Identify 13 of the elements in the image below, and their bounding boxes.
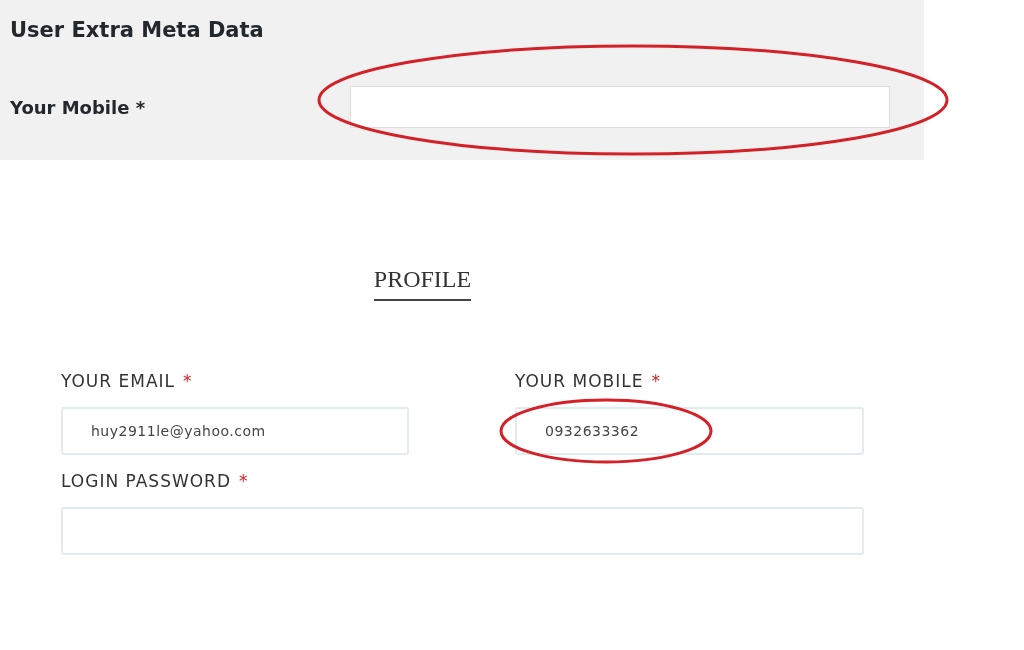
field-label: YOUR MOBILE: [515, 371, 644, 391]
input-field[interactable]: huy2911le@yahoo.com: [61, 407, 409, 455]
field-label: LOGIN PASSWORD: [61, 471, 232, 491]
field-label: Your Mobile *: [10, 96, 147, 118]
mobile-field[interactable]: [350, 86, 890, 128]
input-field[interactable]: [61, 507, 864, 555]
required-mark: *: [651, 371, 661, 391]
required-mark: *: [183, 371, 193, 391]
input-field[interactable]: 0932633362: [515, 407, 864, 455]
field-label: YOUR EMAIL: [61, 371, 176, 391]
profile-heading: PROFILE: [373, 266, 472, 301]
section-title: User Extra Meta Data: [10, 18, 265, 42]
required-mark: *: [239, 471, 249, 491]
